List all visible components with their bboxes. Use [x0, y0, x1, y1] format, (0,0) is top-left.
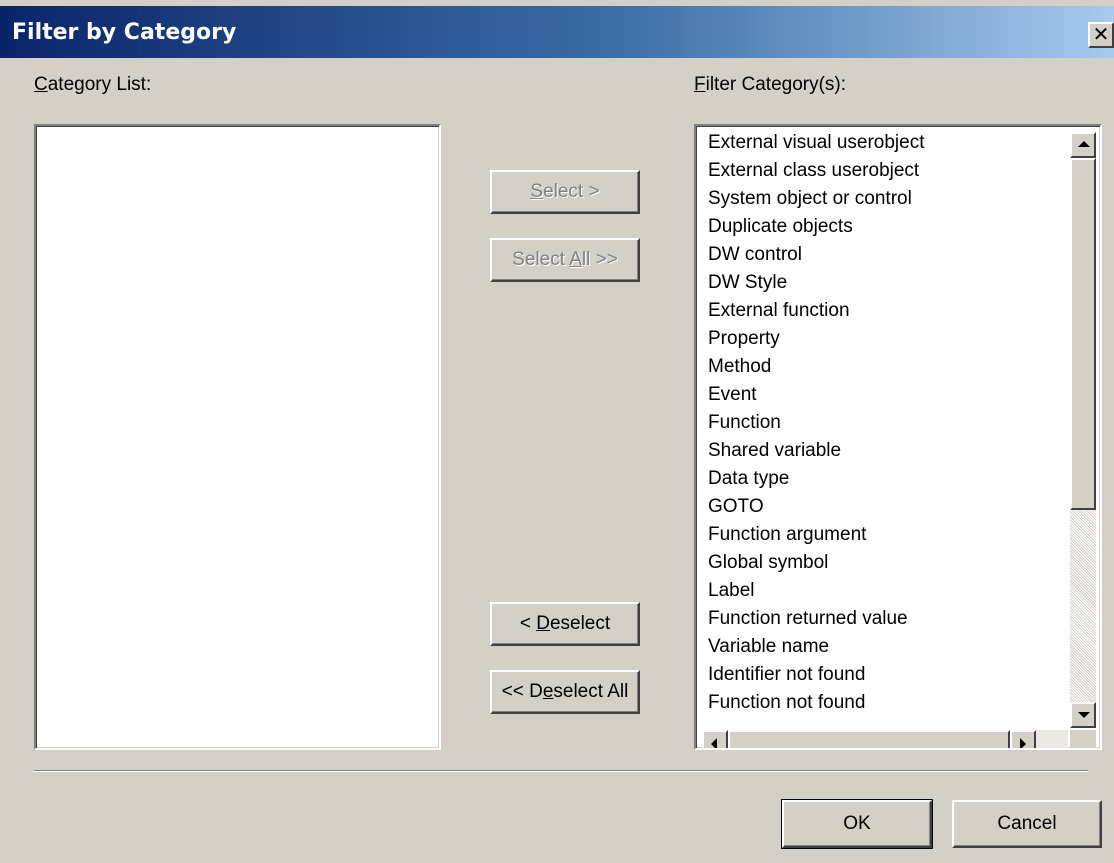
horizontal-scroll-thumb[interactable] — [728, 730, 1010, 748]
close-button[interactable]: ✕ — [1088, 22, 1114, 48]
list-item[interactable]: Label — [708, 580, 755, 602]
ok-button[interactable]: OK — [781, 799, 933, 849]
vertical-scroll-thumb[interactable] — [1070, 158, 1096, 510]
arrow-up-icon — [1078, 141, 1090, 147]
filter-items: External visual userobject External class… — [696, 132, 1066, 728]
filter-category-listbox[interactable]: External visual userobject External class… — [694, 124, 1102, 750]
list-item[interactable]: Function argument — [708, 524, 866, 546]
separator — [34, 770, 1088, 772]
list-item[interactable]: Method — [708, 356, 771, 378]
scroll-up-button[interactable] — [1070, 132, 1096, 158]
deselect-all-button[interactable]: << Deselect All — [490, 670, 640, 714]
list-item[interactable]: Identifier not found — [708, 664, 865, 686]
list-item[interactable]: Duplicate objects — [708, 216, 853, 238]
select-button[interactable]: Select > — [490, 170, 640, 214]
deselect-button[interactable]: < Deselect — [490, 602, 640, 646]
list-item[interactable]: System object or control — [708, 188, 912, 210]
window-title: Filter by Category — [12, 20, 237, 45]
list-item[interactable]: GOTO — [708, 496, 764, 518]
list-item[interactable]: Function — [708, 412, 781, 434]
list-item[interactable]: Shared variable — [708, 440, 841, 462]
select-all-button[interactable]: Select All >> — [490, 238, 640, 282]
scroll-down-button[interactable] — [1070, 702, 1096, 728]
list-item[interactable]: Function not found — [708, 692, 865, 714]
list-item[interactable]: Variable name — [708, 636, 829, 658]
list-item[interactable]: External visual userobject — [708, 132, 925, 154]
list-item[interactable]: Property — [708, 328, 780, 350]
category-listbox[interactable] — [34, 124, 441, 750]
list-item[interactable]: DW Style — [708, 272, 787, 294]
title-bar[interactable]: Filter by Category ✕ — [0, 6, 1114, 58]
arrow-left-icon — [711, 738, 717, 748]
category-list-label: Category List: — [34, 74, 152, 95]
scroll-right-button[interactable] — [1010, 730, 1036, 748]
scroll-left-button[interactable] — [702, 730, 728, 748]
list-item[interactable]: External class userobject — [708, 160, 919, 182]
arrow-down-icon — [1078, 712, 1090, 718]
list-item[interactable]: Event — [708, 384, 757, 406]
list-item[interactable]: External function — [708, 300, 850, 322]
close-icon: ✕ — [1092, 22, 1110, 46]
list-item[interactable]: DW control — [708, 244, 802, 266]
size-grip — [1070, 730, 1096, 748]
list-item[interactable]: Data type — [708, 468, 789, 490]
filter-category-label: Filter Category(s): — [694, 74, 847, 95]
list-item[interactable]: Function returned value — [708, 608, 908, 630]
arrow-right-icon — [1020, 738, 1026, 748]
list-item[interactable]: Global symbol — [708, 552, 828, 574]
cancel-button[interactable]: Cancel — [952, 800, 1102, 848]
